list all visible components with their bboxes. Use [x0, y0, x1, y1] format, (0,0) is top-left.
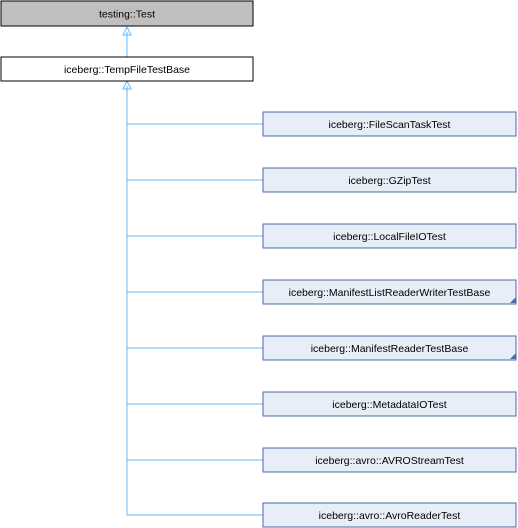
class-node-base-label: iceberg::TempFileTestBase — [64, 64, 190, 76]
derived-class-label: iceberg::avro::AVROStreamTest — [315, 455, 464, 467]
derived-class-label: iceberg::FileScanTaskTest — [329, 119, 451, 131]
derived-class-label: iceberg::ManifestReaderTestBase — [311, 343, 469, 355]
derived-class-node[interactable]: iceberg::LocalFileIOTest — [127, 223, 517, 249]
inheritance-edges — [122, 25, 132, 515]
derived-class-label: iceberg::ManifestListReaderWriterTestBas… — [289, 287, 491, 299]
derived-class-node[interactable]: iceberg::ManifestReaderTestBase — [127, 335, 517, 361]
class-node-root-label: testing::Test — [99, 9, 155, 21]
derived-class-node[interactable]: iceberg::avro::AVROStreamTest — [127, 447, 517, 473]
class-node-root[interactable]: testing::Test — [0, 0, 254, 27]
derived-classes: iceberg::FileScanTaskTest iceberg::GZipT… — [127, 111, 517, 528]
derived-class-label: iceberg::LocalFileIOTest — [333, 231, 446, 243]
derived-class-label: iceberg::GZipTest — [348, 175, 430, 187]
derived-class-node[interactable]: iceberg::FileScanTaskTest — [127, 111, 517, 137]
derived-class-node[interactable]: iceberg::MetadataIOTest — [127, 391, 517, 417]
derived-class-node[interactable]: iceberg::ManifestListReaderWriterTestBas… — [127, 279, 517, 305]
derived-class-label: iceberg::MetadataIOTest — [332, 399, 446, 411]
derived-class-label: iceberg::avro::AvroReaderTest — [319, 510, 461, 522]
class-hierarchy-diagram: testing::Test iceberg::TempFileTestBase … — [0, 0, 517, 528]
derived-class-node[interactable]: iceberg::GZipTest — [127, 167, 517, 193]
derived-class-node[interactable]: iceberg::avro::AvroReaderTest — [127, 502, 517, 528]
class-node-base[interactable]: iceberg::TempFileTestBase — [0, 56, 254, 82]
